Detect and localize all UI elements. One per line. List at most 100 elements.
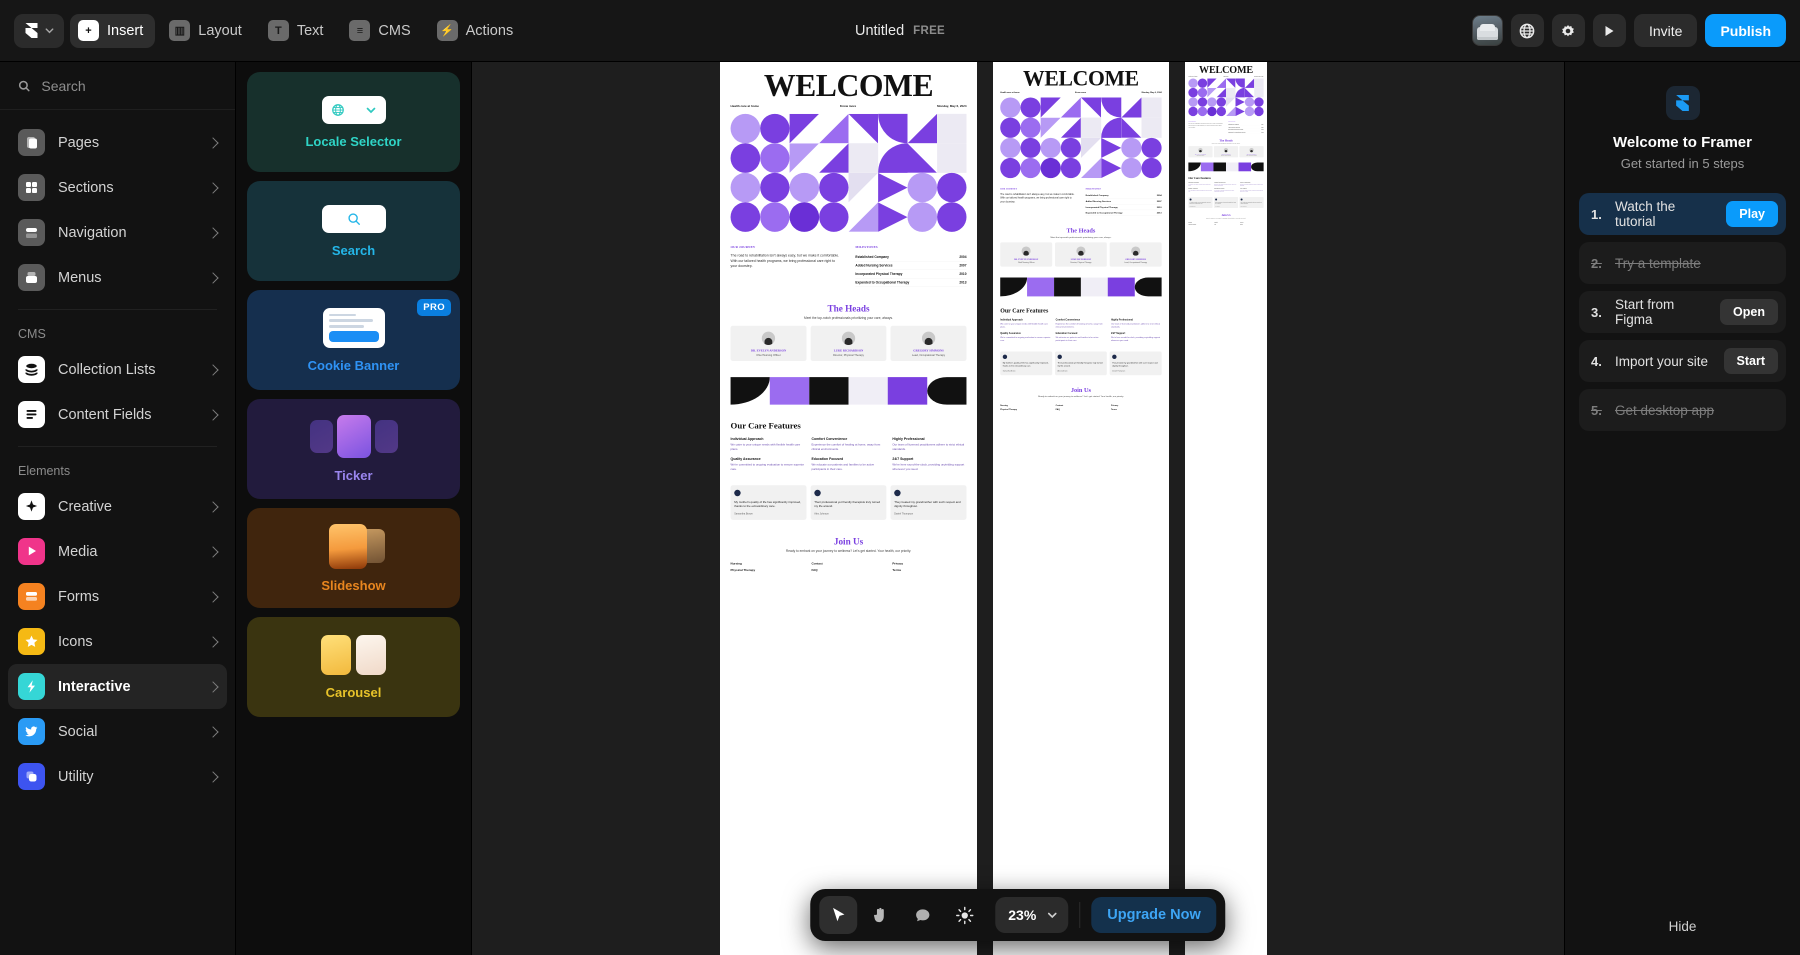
decorative-shape	[789, 143, 820, 173]
sidebar-item-menus[interactable]: Menus	[8, 255, 227, 300]
preview-button[interactable]	[1592, 14, 1626, 47]
step-action-button[interactable]: Open	[1720, 299, 1778, 325]
tool-hand[interactable]	[861, 896, 899, 934]
component-card-search[interactable]: Search	[247, 181, 460, 281]
sidebar-item-interactive[interactable]: Interactive	[8, 664, 227, 709]
footer-link[interactable]: Physical Therapy	[731, 568, 805, 571]
onboarding-step-watch-the-tutorial[interactable]: 1. Watch the tutorial Play	[1579, 193, 1786, 235]
framer-logo-button[interactable]	[14, 13, 64, 48]
feature-item: Education Focused We educate our patients…	[1056, 332, 1107, 342]
step-action-button[interactable]: Play	[1726, 201, 1778, 227]
sidebar-item-forms[interactable]: Forms	[8, 574, 227, 619]
tool-brightness[interactable]	[945, 896, 983, 934]
menu-insert[interactable]: + Insert	[70, 13, 156, 48]
decorative-shape	[789, 113, 820, 144]
component-card-cookie-banner[interactable]: PRO Cookie Banner	[247, 290, 460, 390]
footer-link[interactable]: FAQ	[1056, 408, 1107, 410]
footer-link[interactable]: Physical Therapy	[1188, 223, 1212, 224]
canvas-frame-tablet[interactable]: WELCOME Health care at home Know more Monda…	[993, 62, 1169, 955]
search-input[interactable]	[41, 77, 217, 94]
canvas-frame-desktop[interactable]: WELCOME Health care at home Know more Monda…	[720, 62, 977, 955]
onboarding-step-start-from-figma[interactable]: 3. Start from Figma Open	[1579, 291, 1786, 333]
component-card-ticker[interactable]: Ticker	[247, 399, 460, 499]
zoom-selector[interactable]: 23%	[995, 897, 1069, 933]
onboarding-step-import-your-site[interactable]: 4. Import your site Start	[1579, 340, 1786, 382]
milestone-row: Added Nursing Services 2007	[855, 261, 967, 270]
component-card-locale-selector[interactable]: Locale Selector	[247, 72, 460, 172]
footer-link[interactable]: Physical Therapy	[1000, 408, 1051, 410]
design-canvas[interactable]: WELCOME Health care at home Know more Monda…	[472, 62, 1564, 955]
upgrade-now-button[interactable]: Upgrade Now	[1091, 897, 1217, 933]
sidebar-item-icons[interactable]: Icons	[8, 619, 227, 664]
decorative-shape	[878, 172, 908, 203]
testimonial-card: They treated my grandmother with such re…	[1109, 351, 1162, 376]
sidebar-item-navigation[interactable]: Navigation	[8, 210, 227, 255]
decorative-shape	[1101, 117, 1122, 138]
step-action-button[interactable]: Start	[1723, 348, 1778, 374]
hero-meta-left: Health care at home	[730, 104, 759, 108]
onboarding-step-get-desktop-app[interactable]: 5. Get desktop app	[1579, 389, 1786, 431]
sidebar-item-label: Navigation	[58, 224, 127, 241]
feature-title: Comfort Convenience	[811, 436, 848, 441]
head-card: GREGORY SIMMONS Lead, Occupational Therap…	[890, 325, 967, 362]
footer-link[interactable]: Terms	[1111, 408, 1162, 410]
step-number: 4.	[1591, 353, 1602, 369]
chevron-right-icon	[207, 545, 219, 558]
footer-link[interactable]: Contact	[811, 562, 885, 565]
canvas-frame-mobile[interactable]: WELCOME Health care at home Know more Monda…	[1185, 62, 1267, 955]
tool-comment[interactable]	[903, 896, 941, 934]
avatar	[1021, 246, 1031, 256]
invite-button[interactable]: Invite	[1633, 14, 1698, 47]
step-number: 1.	[1591, 206, 1602, 222]
sidebar-item-sections[interactable]: Sections	[8, 165, 227, 210]
publish-button[interactable]: Publish	[1705, 14, 1786, 47]
footer-link[interactable]: FAQ	[811, 568, 885, 571]
menu-cms[interactable]: ≡ CMS	[341, 14, 422, 48]
avatar[interactable]	[1471, 15, 1503, 46]
decorative-band-cell	[1238, 162, 1252, 172]
globe-button[interactable]	[1510, 14, 1544, 47]
step-label: Try a template	[1615, 255, 1701, 271]
menu-layout[interactable]: ▥ Layout	[161, 14, 254, 48]
sidebar-item-utility[interactable]: Utility	[8, 754, 227, 799]
avatar	[894, 489, 901, 497]
features-grid: Individual Approach We cater to your uniq…	[731, 437, 967, 472]
footer-link[interactable]: Privacy	[1111, 404, 1162, 406]
footer-link[interactable]: Nursing	[1188, 221, 1212, 222]
footer-link[interactable]: Privacy	[1240, 221, 1264, 222]
hero-meta-left: Health care at home	[1000, 91, 1020, 94]
footer-link[interactable]: Contact	[1056, 404, 1107, 406]
footer-link[interactable]: Privacy	[892, 562, 966, 565]
tool-cursor[interactable]	[819, 896, 858, 934]
sidebar-item-collection-lists[interactable]: Collection Lists	[8, 347, 227, 392]
footer-link[interactable]: Nursing	[731, 562, 805, 565]
play-icon	[1605, 25, 1614, 36]
sidebar-item-social[interactable]: Social	[8, 709, 227, 754]
footer-link[interactable]: FAQ	[1214, 223, 1238, 224]
sidebar-item-content-fields[interactable]: Content Fields	[8, 392, 227, 437]
onboarding-step-try-a-template[interactable]: 2. Try a template	[1579, 242, 1786, 284]
decorative-band-cell	[1188, 162, 1201, 172]
join-title: Join Us	[1070, 386, 1091, 394]
footer-link[interactable]: Nursing	[1000, 404, 1051, 406]
sidebar-item-media[interactable]: Media	[8, 529, 227, 574]
settings-button[interactable]	[1551, 14, 1585, 47]
footer-link[interactable]: Terms	[1240, 223, 1264, 224]
feature-desc: Our team of licensed practitioners adher…	[1110, 322, 1161, 328]
component-card-slideshow[interactable]: Slideshow	[247, 508, 460, 608]
component-card-carousel[interactable]: Carousel	[247, 617, 460, 717]
testimonial-card: My mother's quality of life has signific…	[1000, 351, 1053, 376]
feature-title: Education Focused	[1055, 332, 1078, 335]
feature-desc: Our team of licensed practitioners adher…	[892, 442, 965, 451]
head-name: GREGORY SIMMONS	[913, 348, 944, 353]
footer-link[interactable]: Contact	[1214, 221, 1238, 222]
menu-actions[interactable]: ⚡ Actions	[429, 14, 526, 48]
menu-text[interactable]: T Text	[260, 14, 336, 48]
feature-item: 24/7 Support We're here round-the-clock, …	[892, 457, 966, 471]
sidebar-item-pages[interactable]: Pages	[8, 120, 227, 165]
milestone-year: 2010	[959, 272, 967, 276]
hide-button[interactable]: Hide	[1579, 909, 1786, 943]
collection-lists-icon	[18, 356, 45, 383]
sidebar-item-creative[interactable]: Creative	[8, 484, 227, 529]
footer-link[interactable]: Terms	[892, 568, 966, 571]
